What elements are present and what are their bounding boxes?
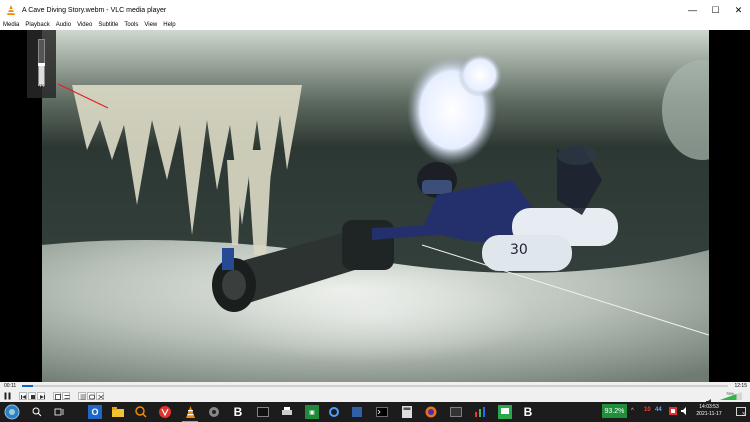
green-app-icon[interactable]: ▣ [305, 405, 319, 419]
svg-text:30: 30 [510, 242, 528, 258]
menu-tools[interactable]: Tools [124, 22, 138, 28]
maximize-button[interactable]: ☐ [704, 0, 727, 20]
menu-video[interactable]: Video [77, 22, 92, 28]
windows-taskbar: O B ▣ B ^ 10 44 3 [0, 402, 750, 422]
extended-settings-button[interactable] [62, 392, 70, 400]
video-area[interactable]: 30 [0, 30, 750, 382]
printer-icon[interactable] [280, 405, 294, 419]
network-tool-icon[interactable] [207, 405, 221, 419]
window-app-icon[interactable] [449, 405, 463, 419]
fullscreen-button[interactable] [53, 392, 61, 400]
terminal-window-icon[interactable] [256, 405, 270, 419]
green-chat-icon[interactable] [498, 405, 512, 419]
menu-subtitle[interactable]: Subtitle [98, 22, 118, 28]
cave-diver-video-image: 30 [42, 30, 709, 382]
menu-view[interactable]: View [144, 22, 157, 28]
title-bar: A Cave Diving Story.webm - VLC media pla… [0, 0, 750, 20]
volume-percent: 75% [725, 391, 734, 396]
clock-date: 2021-11-17 [696, 411, 722, 417]
outlook-icon[interactable]: O [88, 405, 102, 419]
pause-button[interactable] [3, 392, 12, 400]
search-icon[interactable] [30, 405, 44, 419]
task-view-icon[interactable] [52, 405, 66, 419]
settings-gear-icon[interactable] [327, 405, 341, 419]
window-title: A Cave Diving Story.webm - VLC media pla… [22, 6, 167, 14]
volume-osd: 44 [27, 30, 56, 98]
tray-red-value: 10 [644, 407, 651, 413]
volume-osd-value: 44 [38, 83, 45, 89]
volume-osd-track [38, 39, 45, 85]
start-button-icon[interactable] [4, 404, 20, 420]
playback-controls: 75% [0, 390, 750, 406]
shuffle-button[interactable] [96, 392, 104, 400]
playlist-button[interactable] [78, 392, 86, 400]
second-b-app-icon[interactable]: B [521, 405, 535, 419]
elapsed-time: 00:11 [4, 383, 17, 389]
menu-bar: Media Playback Audio Video Subtitle Tool… [0, 20, 750, 30]
seek-slider[interactable] [22, 385, 728, 387]
menu-help[interactable]: Help [163, 22, 175, 28]
loop-button[interactable] [87, 392, 95, 400]
red-arrow-annotation [57, 83, 109, 109]
show-hidden-icons-chevron[interactable]: ^ [631, 408, 634, 414]
tray-app-icon[interactable] [668, 406, 678, 418]
stop-button[interactable] [28, 392, 36, 400]
vivaldi-browser-icon[interactable] [158, 405, 172, 419]
next-button[interactable] [37, 392, 45, 400]
magnifier-app-icon[interactable] [134, 405, 148, 419]
clock-time: 14:03:53 [699, 404, 719, 410]
vlc-cone-icon [4, 3, 18, 17]
system-clock[interactable]: 14:03:53 2021-11-17 [692, 404, 726, 418]
menu-media[interactable]: Media [3, 22, 19, 28]
volume-osd-fill [39, 64, 44, 84]
tray-blue-value: 44 [655, 407, 662, 413]
video-frame[interactable]: 30 [42, 30, 709, 382]
battery-indicator[interactable]: 93.2% [602, 404, 627, 418]
vlc-taskbar-icon[interactable] [183, 405, 197, 419]
minimize-button[interactable]: — [681, 0, 704, 20]
speaker-tray-icon[interactable] [681, 407, 689, 417]
seek-bar-row: 00:11 12:15 [0, 382, 750, 390]
seek-progress-fill [22, 385, 33, 387]
notification-count: 3 [742, 412, 745, 418]
blue-app-icon[interactable] [350, 405, 364, 419]
chart-app-icon[interactable] [473, 405, 487, 419]
menu-playback[interactable]: Playback [25, 22, 49, 28]
bold-b-app-icon[interactable]: B [231, 405, 245, 419]
file-explorer-icon[interactable] [111, 405, 125, 419]
previous-button[interactable] [19, 392, 27, 400]
menu-audio[interactable]: Audio [56, 22, 71, 28]
calculator-icon[interactable] [400, 405, 414, 419]
command-prompt-icon[interactable] [375, 405, 389, 419]
volume-osd-thumb [38, 62, 45, 66]
firefox-icon[interactable] [424, 405, 438, 419]
close-button[interactable]: ✕ [727, 0, 750, 20]
total-duration: 12:15 [734, 383, 747, 389]
